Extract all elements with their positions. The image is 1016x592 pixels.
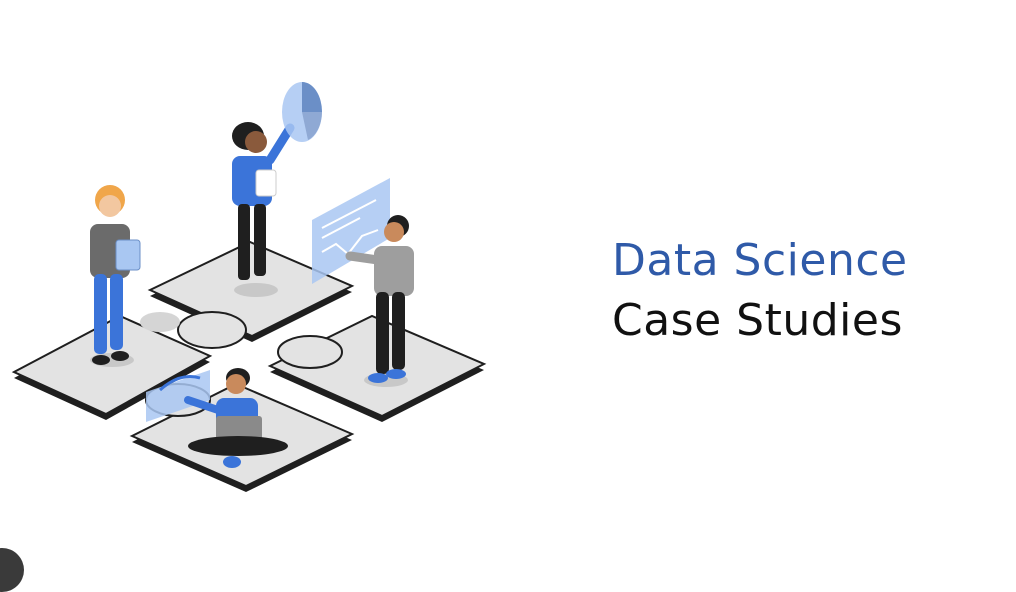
hero-banner: Data Science Case Studies: [0, 0, 1016, 592]
data-team-illustration: [11, 82, 487, 492]
title-block: Data Science Case Studies: [612, 232, 992, 352]
pie-chart-icon: [282, 82, 322, 142]
corner-badge: [0, 548, 24, 592]
title-case-studies: Case Studies: [612, 295, 903, 346]
tablet-icon: [115, 239, 141, 271]
title-data-science: Data Science: [612, 235, 908, 286]
